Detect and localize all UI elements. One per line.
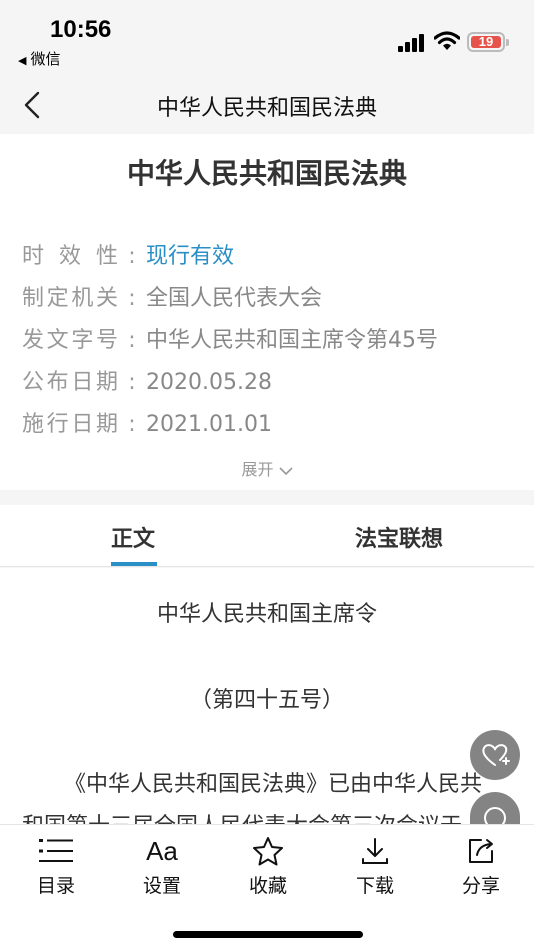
body-paragraph-line: 和国第十三届全国人民代表大会第三次会议于 — [22, 808, 462, 824]
heart-plus-icon — [482, 744, 510, 766]
meta-value: 全国人民代表大会 — [146, 286, 323, 311]
chevron-down-icon — [278, 466, 293, 475]
meta-row-effective-date: 施行日期:2021.01.01 — [22, 406, 272, 438]
meta-value: 2020.05.28 — [146, 370, 272, 395]
nav-title: 中华人民共和国民法典 — [156, 96, 377, 121]
battery-icon: 19 — [467, 32, 509, 52]
meta-label: 公布日期 — [22, 370, 118, 395]
toolbar-label: 目录 — [36, 875, 75, 897]
share-icon — [469, 839, 493, 863]
meta-label: 时效性 — [22, 244, 118, 269]
wifi-icon — [434, 31, 460, 50]
bottom-toolbar: 目录 Aa 设置 收藏 下载 分享 — [0, 824, 534, 950]
toolbar-label: 设置 — [142, 875, 181, 897]
font-size-icon: Aa — [146, 835, 178, 866]
meta-row-doc-number: 发文字号: 中华人民共和国主席令第45号 — [22, 322, 438, 354]
toolbar-share-button[interactable]: 分享 — [441, 835, 521, 898]
cellular-signal-icon — [398, 34, 424, 52]
toolbar-download-button[interactable]: 下载 — [335, 835, 415, 898]
body-paragraph-line: 《中华人民共和国民法典》已由中华人民共 — [64, 772, 483, 797]
meta-label: 制定机关 — [22, 286, 118, 311]
chat-icon — [484, 807, 506, 829]
tab-related[interactable]: 法宝联想 — [355, 521, 443, 553]
meta-value-validity[interactable]: 现行有效 — [146, 244, 234, 269]
back-to-app-link[interactable]: ◀ 微信 — [18, 48, 60, 69]
back-app-label: 微信 — [30, 50, 61, 68]
expand-button[interactable]: 展开 — [0, 456, 534, 480]
tab-main-text[interactable]: 正文 — [111, 521, 155, 553]
status-time: 10:56 — [50, 16, 112, 43]
meta-value: 2021.01.01 — [146, 412, 272, 437]
document-title: 中华人民共和国民法典 — [126, 157, 407, 190]
meta-row-validity: 时效性: 现行有效 — [22, 238, 234, 270]
body-heading: 中华人民共和国主席令 — [156, 602, 377, 627]
feedback-button[interactable] — [470, 792, 520, 829]
toolbar-label: 下载 — [355, 875, 394, 897]
toolbar-settings-button[interactable]: Aa 设置 — [122, 835, 202, 898]
document-info-card: 中华人民共和国民法典 时效性: 现行有效 制定机关: 全国人民代表大会 发文字号: 中… — [0, 134, 534, 490]
battery-level: 19 — [471, 35, 501, 48]
home-indicator[interactable] — [173, 931, 363, 938]
meta-row-authority: 制定机关: 全国人民代表大会 — [22, 280, 322, 312]
active-tab-indicator — [111, 562, 157, 566]
meta-label: 发文字号 — [22, 328, 118, 353]
download-icon — [362, 838, 388, 864]
toolbar-label: 分享 — [461, 875, 500, 897]
meta-label: 施行日期 — [22, 412, 118, 437]
meta-row-publish-date: 公布日期:2020.05.28 — [22, 364, 272, 396]
tab-bar: 正文 法宝联想 — [0, 505, 534, 567]
document-body: 中华人民共和国主席令 （第四十五号） 《中华人民共和国民法典》已由中华人民共 和… — [0, 568, 534, 824]
list-icon — [39, 839, 73, 862]
back-triangle-icon: ◀ — [18, 54, 27, 67]
expand-label: 展开 — [241, 460, 274, 479]
toolbar-catalog-button[interactable]: 目录 — [16, 835, 96, 898]
toolbar-favorite-button[interactable]: 收藏 — [228, 835, 308, 898]
status-bar: 10:56 ◀ 微信 19 — [0, 0, 534, 78]
toolbar-label: 收藏 — [248, 875, 287, 897]
nav-bar: 中华人民共和国民法典 — [0, 78, 534, 134]
body-order-number: （第四十五号） — [189, 688, 344, 713]
meta-value: 中华人民共和国主席令第45号 — [146, 328, 438, 353]
favorite-heart-button[interactable] — [470, 730, 520, 780]
star-icon — [253, 837, 283, 866]
